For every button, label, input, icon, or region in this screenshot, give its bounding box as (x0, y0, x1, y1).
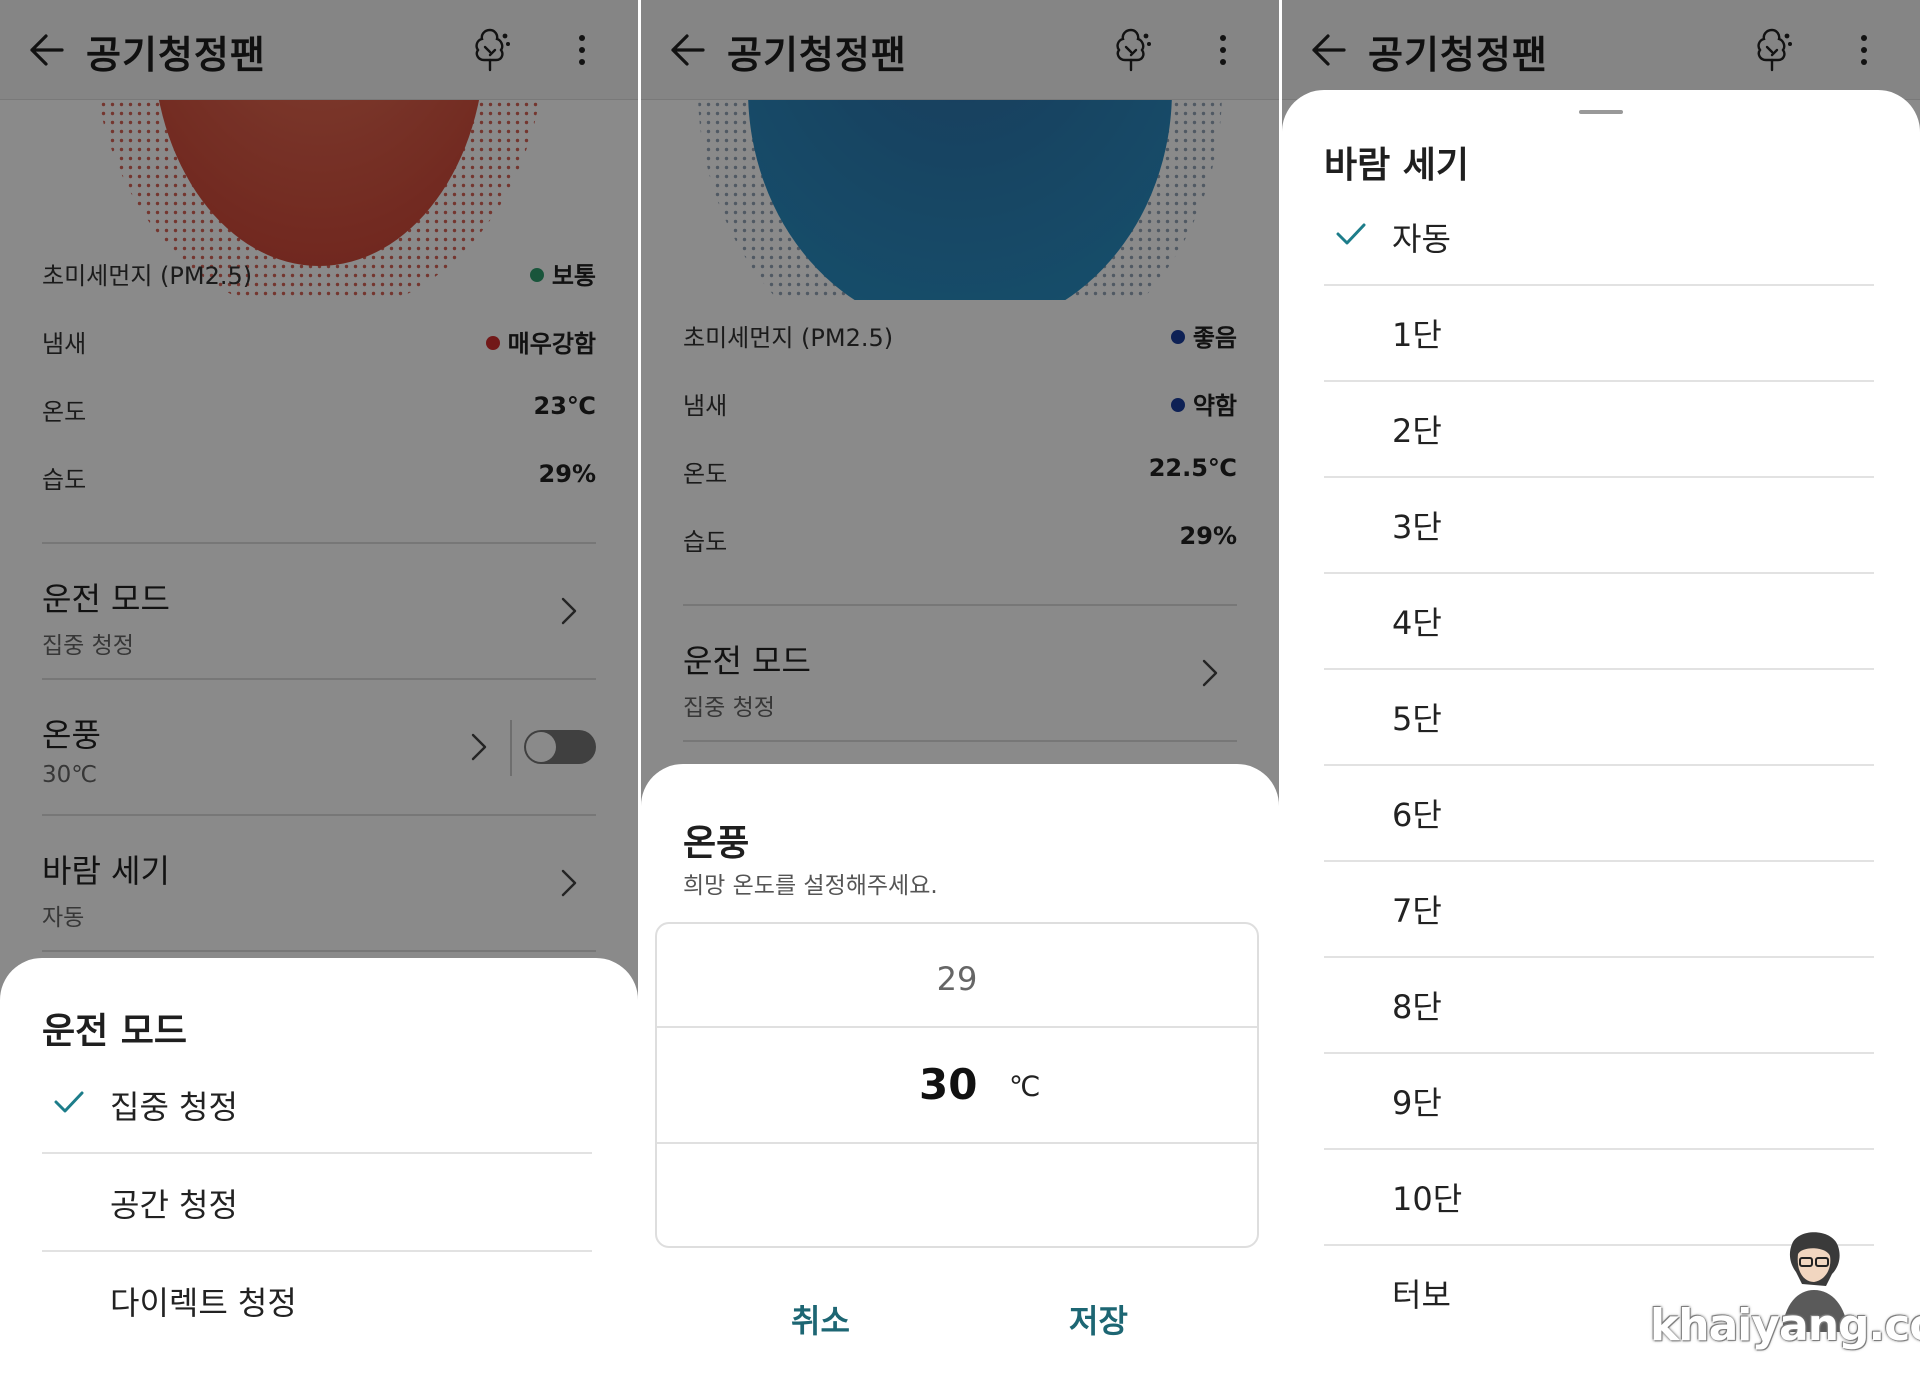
option-space-clean[interactable]: 공간 청정 (42, 1156, 592, 1252)
drive-mode-sheet: 운전 모드 집중 청정 공간 청정 다이렉트 청정 (0, 958, 638, 1375)
option-level-7[interactable]: 7단 (1324, 862, 1874, 958)
option-level-4[interactable]: 4단 (1324, 574, 1874, 670)
option-label: 6단 (1392, 796, 1442, 834)
watermark-text: khaiyang.com (1650, 1300, 1920, 1351)
picker-divider (657, 1142, 1257, 1144)
check-icon (54, 1090, 84, 1114)
option-level-9[interactable]: 9단 (1324, 1054, 1874, 1150)
option-label: 7단 (1392, 892, 1442, 930)
sheet-title: 바람 세기 (1324, 145, 1470, 186)
picker-current-value[interactable]: 30 (919, 1060, 977, 1109)
option-auto[interactable]: 자동 (1324, 190, 1874, 286)
option-focus-clean[interactable]: 집중 청정 (42, 1058, 592, 1154)
option-level-5[interactable]: 5단 (1324, 670, 1874, 766)
sheet-drag-handle[interactable] (1579, 110, 1623, 114)
option-label: 1단 (1392, 316, 1442, 354)
option-level-2[interactable]: 2단 (1324, 382, 1874, 478)
sheet-title: 운전 모드 (42, 1011, 188, 1052)
option-level-3[interactable]: 3단 (1324, 478, 1874, 574)
screen-drive-mode: 공기청정팬 초미세먼지 (PM2.5) 보통 냄새 매우강함 온도 23℃ 습도… (0, 0, 638, 1375)
option-label: 4단 (1392, 604, 1442, 642)
wind-strength-sheet: 바람 세기 자동 1단 2단 3단 4단 5단 6단 7단 8단 9단 10단 … (1282, 90, 1920, 1375)
sheet-subtitle: 희망 온도를 설정해주세요. (683, 873, 938, 899)
option-label: 3단 (1392, 508, 1442, 546)
option-label: 5단 (1392, 700, 1442, 738)
option-label: 공간 청정 (110, 1186, 238, 1224)
option-label: 터보 (1392, 1276, 1451, 1314)
save-button[interactable]: 저장 (1069, 1296, 1128, 1342)
option-level-1[interactable]: 1단 (1324, 286, 1874, 382)
picker-prev-value[interactable]: 29 (657, 960, 1257, 998)
option-direct-clean[interactable]: 다이렉트 청정 (42, 1254, 592, 1350)
option-label: 9단 (1392, 1084, 1442, 1122)
option-label: 2단 (1392, 412, 1442, 450)
picker-unit: ℃ (1009, 1070, 1041, 1103)
sheet-title: 온풍 (683, 823, 750, 864)
check-icon (1336, 222, 1366, 246)
picker-divider (657, 1026, 1257, 1028)
option-level-6[interactable]: 6단 (1324, 766, 1874, 862)
option-label: 8단 (1392, 988, 1442, 1026)
option-label: 집중 청정 (110, 1088, 238, 1126)
temperature-picker[interactable]: 29 30 ℃ (655, 922, 1259, 1248)
option-level-8[interactable]: 8단 (1324, 958, 1874, 1054)
option-label: 10단 (1392, 1180, 1463, 1218)
option-label: 다이렉트 청정 (110, 1284, 297, 1322)
option-label: 자동 (1392, 220, 1451, 258)
cancel-button[interactable]: 취소 (791, 1296, 850, 1342)
screen-warm-air: 공기청정팬 초미세먼지 (PM2.5) 좋음 냄새 약함 온도 22.5℃ 습도… (641, 0, 1279, 1375)
screen-wind-strength: 공기청정팬 바람 세기 자동 1단 2단 3단 4단 5단 6단 7단 8단 9… (1282, 0, 1920, 1375)
